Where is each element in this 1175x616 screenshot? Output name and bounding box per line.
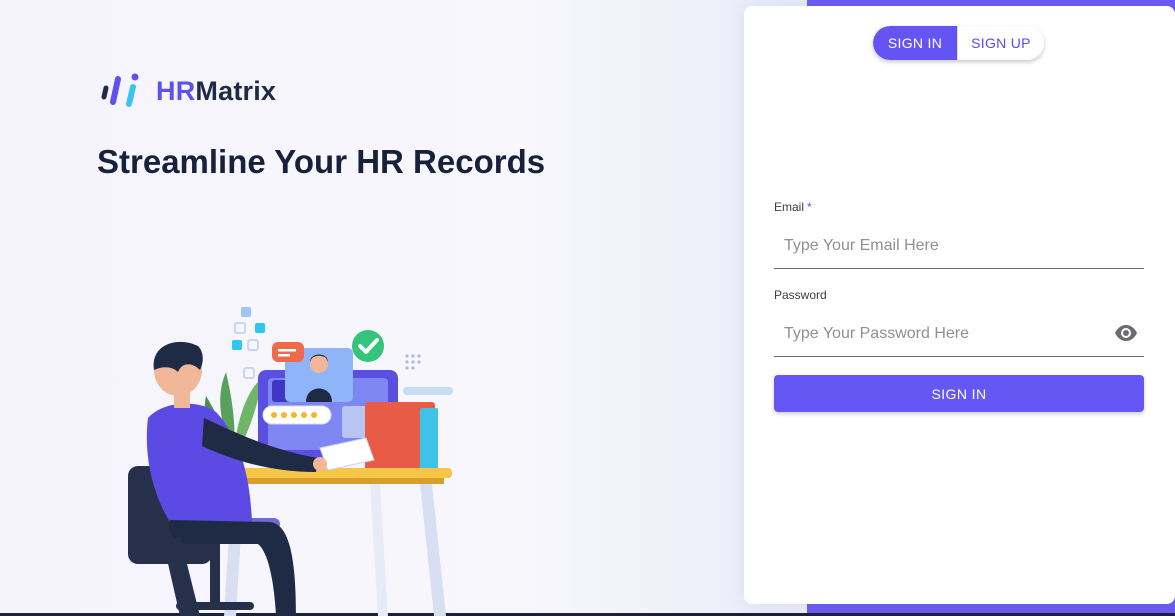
email-input[interactable] xyxy=(774,224,1144,268)
sign-in-tab[interactable]: SIGN IN xyxy=(873,26,957,60)
eye-icon[interactable] xyxy=(1114,323,1138,343)
auth-card: SIGN IN SIGN UP Email* Password SIGN IN xyxy=(744,6,1175,604)
auth-mode-toggle: SIGN IN SIGN UP xyxy=(873,26,1044,60)
sign-in-button[interactable]: SIGN IN xyxy=(774,375,1144,412)
brand-name-prefix: HR xyxy=(156,75,196,106)
hrmatrix-logo-icon xyxy=(101,73,139,107)
password-input[interactable] xyxy=(774,312,1144,356)
required-asterisk: * xyxy=(807,200,812,214)
password-field-wrapper xyxy=(774,312,1144,357)
email-label: Email * xyxy=(774,200,812,214)
password-label: Password xyxy=(774,288,827,302)
page-headline: Streamline Your HR Records xyxy=(97,143,546,180)
email-label-text: Email xyxy=(774,200,805,214)
sign-up-tab[interactable]: SIGN UP xyxy=(957,26,1044,60)
email-field-wrapper xyxy=(774,224,1144,269)
brand-name: HRMatrix xyxy=(156,76,276,107)
brand-name-suffix: Matrix xyxy=(195,75,277,106)
person-at-desk-illustration xyxy=(128,307,453,616)
brand-logo: HRMatrix xyxy=(100,72,276,110)
